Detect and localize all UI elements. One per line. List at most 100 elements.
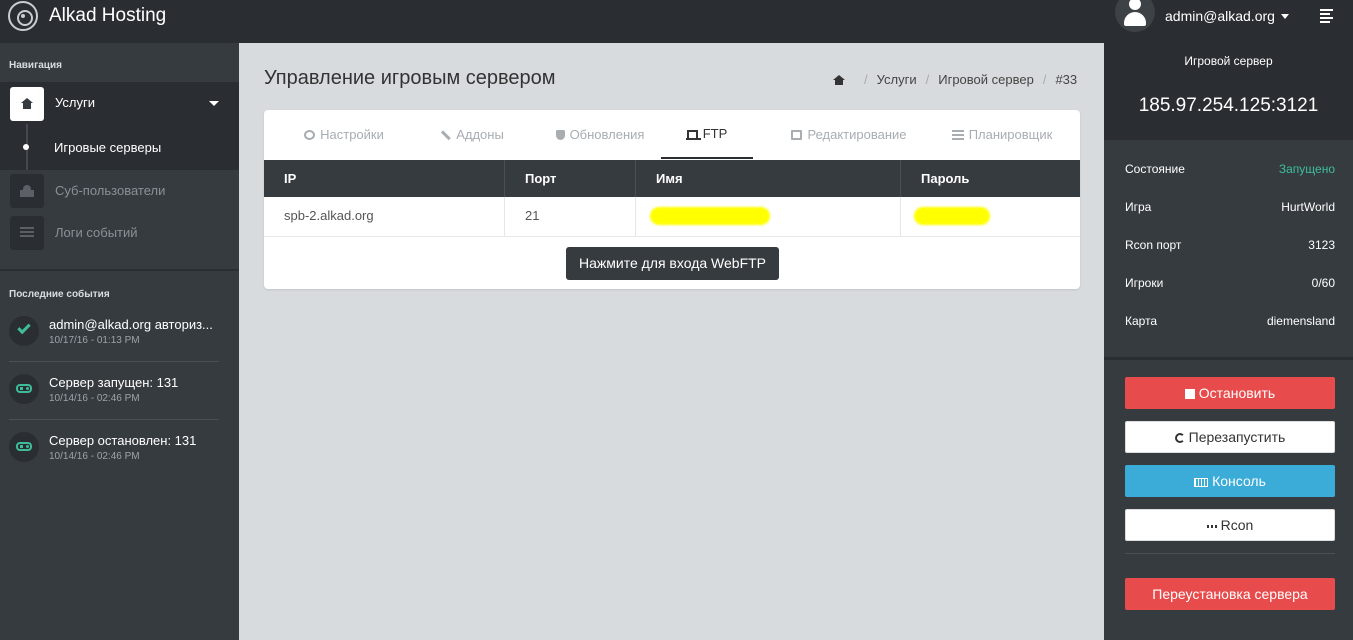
wrench-icon: [438, 127, 453, 142]
user-name: admin@alkad.org: [1165, 8, 1275, 24]
breadcrumb-link-game-server[interactable]: Игровой сервер: [938, 72, 1034, 87]
sidebar-item-game-servers[interactable]: Игровые серверы: [0, 124, 239, 170]
tab-scheduler[interactable]: Планировщик: [934, 110, 1070, 159]
tab-label: FTP: [702, 126, 728, 141]
info-row-players: Игроки 0/60: [1125, 264, 1335, 302]
button-label: Перезапустить: [1188, 429, 1286, 445]
event-time: 10/14/16 - 02:46 PM: [49, 393, 140, 404]
tab-updates[interactable]: Обновления: [536, 110, 664, 159]
divider: [9, 361, 219, 362]
cell-password[interactable]: [901, 197, 1080, 237]
users-icon: [10, 174, 44, 208]
info-row-game: Игра HurtWorld: [1125, 188, 1335, 226]
status-badge: Запущено: [1278, 162, 1335, 176]
sidebar-item-label: Услуги: [55, 95, 95, 110]
breadcrumb-current: #33: [1055, 72, 1078, 87]
top-bar: Alkad Hosting admin@alkad.org: [0, 0, 1353, 43]
sidebar: Навигация Услуги Игровые серверы Суб-пол…: [0, 43, 239, 640]
tab-label: Редактирование: [807, 127, 907, 142]
sidebar-item-event-logs[interactable]: Логи событий: [0, 212, 239, 254]
check-icon: [9, 316, 39, 346]
button-label: Переустановка сервера: [1152, 586, 1308, 602]
user-menu[interactable]: admin@alkad.org: [1115, 0, 1289, 32]
menu-toggle-icon[interactable]: [1320, 9, 1333, 23]
sidebar-item-services[interactable]: Услуги: [0, 82, 239, 124]
sidebar-item-sub-users[interactable]: Суб-пользователи: [0, 170, 239, 212]
column-header-password: Пароль: [921, 171, 970, 186]
column-header-port: Порт: [505, 160, 636, 197]
breadcrumb-separator: /: [925, 72, 930, 87]
breadcrumb-separator: /: [864, 72, 868, 87]
button-label: Rcon: [1220, 517, 1254, 533]
server-address: 185.97.254.125:3121: [1138, 95, 1319, 116]
info-row-map: Карта diemensland: [1125, 302, 1335, 340]
tab-bar: Настройки Аддоны Обновления FTP Редактир…: [264, 110, 1080, 159]
cell-port[interactable]: 21: [505, 197, 636, 237]
tab-label: Аддоны: [456, 127, 504, 142]
server-heading: Игровой сервер: [1184, 54, 1273, 68]
caret-down-icon: [1280, 13, 1289, 19]
tab-ftp[interactable]: FTP: [661, 110, 753, 159]
shield-icon: [555, 129, 565, 140]
sidebar-item-label: Логи событий: [55, 225, 138, 240]
console-button[interactable]: Консоль: [1125, 465, 1335, 497]
ftp-card: Настройки Аддоны Обновления FTP Редактир…: [264, 110, 1080, 289]
sidebar-item-label: Игровые серверы: [54, 140, 162, 155]
breadcrumb-link-services[interactable]: Услуги: [877, 72, 917, 87]
event-title: Сервер остановлен: 131: [49, 433, 197, 448]
divider: [9, 419, 219, 420]
event-time: 10/17/16 - 01:13 PM: [49, 335, 140, 346]
cell-name[interactable]: [636, 197, 901, 237]
edit-icon: [791, 129, 803, 140]
divider: [1104, 357, 1353, 360]
table-row: spb-2.alkad.org 21: [264, 197, 1080, 237]
nav-heading: Навигация: [9, 60, 62, 71]
info-key: Rcon порт: [1125, 238, 1182, 252]
sidebar-item-label: Суб-пользователи: [55, 183, 166, 198]
table-header: IP Порт Имя Пароль: [264, 160, 1080, 197]
breadcrumb: / Услуги / Игровой сервер / #33: [833, 72, 1077, 87]
event-item[interactable]: Сервер запущен: 131 10/14/16 - 02:46 PM: [9, 374, 219, 432]
info-value: diemensland: [1266, 314, 1335, 328]
reinstall-button[interactable]: Переустановка сервера: [1125, 578, 1335, 610]
info-key: Игра: [1125, 200, 1152, 214]
button-label: Остановить: [1198, 385, 1276, 401]
server-header: Игровой сервер 185.97.254.125:3121: [1104, 43, 1353, 140]
restart-button[interactable]: Перезапустить: [1125, 421, 1335, 453]
info-key: Состояние: [1125, 162, 1185, 176]
tab-label: Настройки: [320, 127, 384, 142]
tab-edit[interactable]: Редактирование: [764, 110, 934, 159]
gamepad-icon: [9, 432, 39, 462]
info-value: 3123: [1308, 238, 1335, 252]
info-key: Карта: [1125, 314, 1158, 328]
breadcrumb-separator: /: [1042, 72, 1047, 87]
info-row-status: Состояние Запущено: [1125, 150, 1335, 188]
refresh-icon: [1174, 433, 1185, 443]
cell-ip[interactable]: spb-2.alkad.org: [264, 197, 505, 237]
divider: [1125, 553, 1335, 554]
event-title: admin@alkad.org авториз...: [49, 317, 213, 332]
laptop-icon: [685, 129, 701, 140]
event-item[interactable]: admin@alkad.org авториз... 10/17/16 - 01…: [9, 316, 219, 374]
stop-button[interactable]: Остановить: [1125, 377, 1335, 409]
tasks-icon: [951, 129, 964, 140]
avatar: [1115, 0, 1155, 32]
logo-icon: [8, 1, 38, 31]
divider: [0, 269, 239, 271]
tab-label: Обновления: [569, 127, 645, 142]
event-item[interactable]: Сервер остановлен: 131 10/14/16 - 02:46 …: [9, 432, 219, 490]
server-panel: Игровой сервер 185.97.254.125:3121 Состо…: [1104, 43, 1353, 640]
info-key: Игроки: [1125, 276, 1164, 290]
stop-icon: [1184, 389, 1195, 399]
tab-label: Планировщик: [968, 127, 1053, 142]
column-header-ip: IP: [264, 160, 505, 197]
tab-addons[interactable]: Аддоны: [408, 110, 536, 159]
tab-settings[interactable]: Настройки: [280, 110, 408, 159]
rcon-button[interactable]: Rcon: [1125, 509, 1335, 541]
brand[interactable]: Alkad Hosting: [8, 0, 166, 32]
webftp-login-button[interactable]: Нажмите для входа WebFTP: [566, 247, 779, 280]
gamepad-icon: [9, 374, 39, 404]
event-title: Сервер запущен: 131: [49, 375, 179, 390]
button-label: Консоль: [1212, 473, 1266, 489]
home-icon[interactable]: [833, 74, 845, 85]
